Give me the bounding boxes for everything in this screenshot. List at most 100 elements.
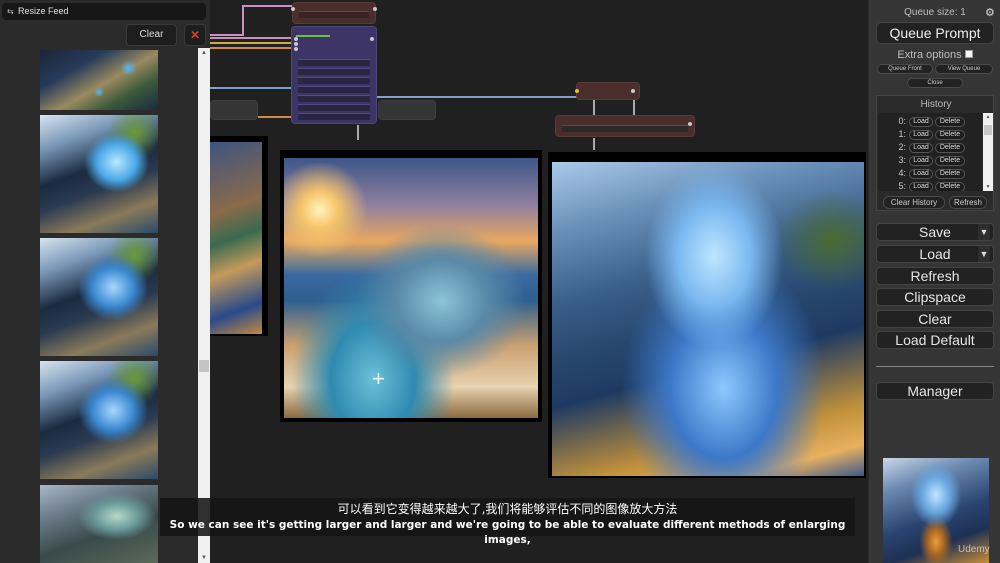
node-output-slot[interactable] — [370, 37, 374, 41]
subtitle-overlay: 可以看到它变得越来越大了,我们将能够评估不同的图像放大方法 So we can … — [160, 498, 855, 546]
queue-front-button[interactable]: Queue Front — [877, 64, 933, 74]
history-load-button[interactable]: Load — [909, 143, 933, 153]
node-widget[interactable] — [298, 113, 370, 120]
close-queue-button[interactable]: Close — [907, 78, 963, 88]
history-refresh-button[interactable]: Refresh — [949, 196, 987, 209]
history-index: 5: — [898, 181, 906, 191]
load-button[interactable]: Load ▼ — [876, 245, 994, 263]
subtitle-chinese: 可以看到它变得越来越大了,我们将能够评估不同的图像放大方法 — [337, 502, 678, 516]
load-default-button[interactable]: Load Default — [876, 331, 994, 349]
link-pink — [210, 5, 294, 36]
scroll-down-icon[interactable]: ▼ — [198, 555, 210, 561]
history-load-button[interactable]: Load — [909, 169, 933, 179]
history-item: 5: Load Delete — [878, 181, 982, 191]
history-item: 2: Load Delete — [878, 142, 982, 155]
node-input-slot[interactable] — [291, 7, 295, 11]
history-title: History — [920, 99, 952, 110]
history-delete-button[interactable]: Delete — [935, 156, 965, 166]
graph-node-top[interactable] — [291, 2, 377, 24]
graph-node-upscale-2[interactable] — [555, 115, 695, 137]
node-input-slot[interactable] — [294, 47, 298, 51]
queue-size-label: Queue size: 1 — [904, 7, 966, 18]
manager-button[interactable]: Manager — [876, 382, 994, 400]
node-widget[interactable] — [298, 59, 370, 66]
feed-clear-button[interactable]: Clear — [126, 24, 177, 46]
feed-scroll-thumb[interactable] — [199, 360, 209, 372]
preview-image-art — [208, 142, 262, 334]
history-index: 0: — [898, 116, 906, 126]
node-output-slot[interactable] — [688, 122, 692, 126]
node-widget[interactable] — [298, 104, 370, 111]
history-delete-button[interactable]: Delete — [935, 143, 965, 153]
clear-history-button[interactable]: Clear History — [883, 196, 945, 209]
comfy-menu: Queue size: 1 ⚙ Queue Prompt Extra optio… — [868, 0, 1000, 563]
cursor-crosshair: + — [372, 366, 385, 391]
graph-node-left[interactable] — [210, 100, 258, 120]
udemy-watermark: Udemy — [958, 544, 990, 555]
history-delete-button[interactable]: Delete — [935, 117, 965, 127]
chevron-down-icon[interactable]: ▼ — [978, 246, 990, 262]
load-label: Load — [919, 246, 951, 262]
graph-node-sampler[interactable] — [291, 26, 377, 124]
preview-image-left[interactable] — [208, 136, 268, 336]
node-progress-bar — [296, 35, 330, 37]
feed-thumbnail[interactable] — [40, 361, 158, 479]
preview-image-art — [552, 162, 864, 476]
history-index: 3: — [898, 155, 906, 165]
history-delete-button[interactable]: Delete — [935, 169, 965, 179]
node-widget[interactable] — [299, 11, 369, 18]
history-load-button[interactable]: Load — [909, 182, 933, 191]
history-item: 0: Load Delete — [878, 116, 982, 129]
history-item: 4: Load Delete — [878, 168, 982, 181]
save-button[interactable]: Save ▼ — [876, 223, 994, 241]
history-list: 0: Load Delete 1: Load Delete 2: Load De… — [878, 113, 982, 191]
save-label: Save — [919, 224, 951, 240]
history-load-button[interactable]: Load — [909, 130, 933, 140]
preview-image-center[interactable] — [280, 150, 542, 422]
history-panel: History 0: Load Delete 1: Load Delete 2:… — [876, 95, 994, 211]
preview-image-art — [284, 158, 538, 418]
feed-thumbnail[interactable] — [40, 50, 158, 110]
graph-node-upscale[interactable] — [575, 82, 640, 100]
close-icon[interactable]: ✕ — [184, 24, 206, 46]
scroll-down-icon[interactable]: ▼ — [983, 184, 993, 190]
history-scroll-thumb[interactable] — [984, 125, 992, 135]
clipspace-button[interactable]: Clipspace — [876, 288, 994, 306]
subtitle-english: So we can see it's getting larger and la… — [169, 519, 846, 546]
extra-options-checkbox[interactable] — [964, 50, 973, 58]
clear-button[interactable]: Clear — [876, 310, 994, 328]
resize-feed-panel: ⇆ Resize Feed Clear ✕ ▲ ▼ — [0, 0, 210, 563]
node-widget[interactable] — [298, 68, 370, 75]
node-widget[interactable] — [298, 86, 370, 93]
history-load-button[interactable]: Load — [909, 117, 933, 127]
extra-options-label: Extra options — [897, 49, 962, 61]
history-load-button[interactable]: Load — [909, 156, 933, 166]
scroll-up-icon[interactable]: ▲ — [198, 50, 210, 56]
graph-node-middle[interactable] — [378, 100, 436, 120]
history-index: 2: — [898, 142, 906, 152]
feed-title: Resize Feed — [18, 6, 69, 16]
feed-scrollbar[interactable]: ▲ ▼ — [198, 48, 210, 563]
feed-thumbnail[interactable] — [40, 238, 158, 356]
node-output-slot[interactable] — [631, 89, 635, 93]
node-input-slot[interactable] — [294, 42, 298, 46]
feed-thumbnail[interactable] — [40, 485, 158, 563]
queue-prompt-button[interactable]: Queue Prompt — [876, 22, 994, 44]
preview-image-right[interactable] — [548, 152, 866, 478]
chevron-down-icon[interactable]: ▼ — [978, 224, 990, 240]
node-widget[interactable] — [562, 125, 688, 132]
node-input-slot[interactable] — [294, 37, 298, 41]
feed-thumbnail[interactable] — [40, 115, 158, 233]
history-delete-button[interactable]: Delete — [935, 182, 965, 191]
view-queue-button[interactable]: View Queue — [935, 64, 993, 74]
gear-icon[interactable]: ⚙ — [985, 6, 995, 19]
history-delete-button[interactable]: Delete — [935, 130, 965, 140]
node-input-slot[interactable] — [575, 89, 579, 93]
feed-header[interactable]: ⇆ Resize Feed — [2, 3, 206, 20]
node-widget[interactable] — [298, 77, 370, 84]
node-widget[interactable] — [298, 95, 370, 102]
refresh-button[interactable]: Refresh — [876, 267, 994, 285]
node-output-slot[interactable] — [373, 7, 377, 11]
history-scrollbar[interactable]: ▲ ▼ — [983, 113, 993, 191]
scroll-up-icon[interactable]: ▲ — [983, 114, 993, 120]
